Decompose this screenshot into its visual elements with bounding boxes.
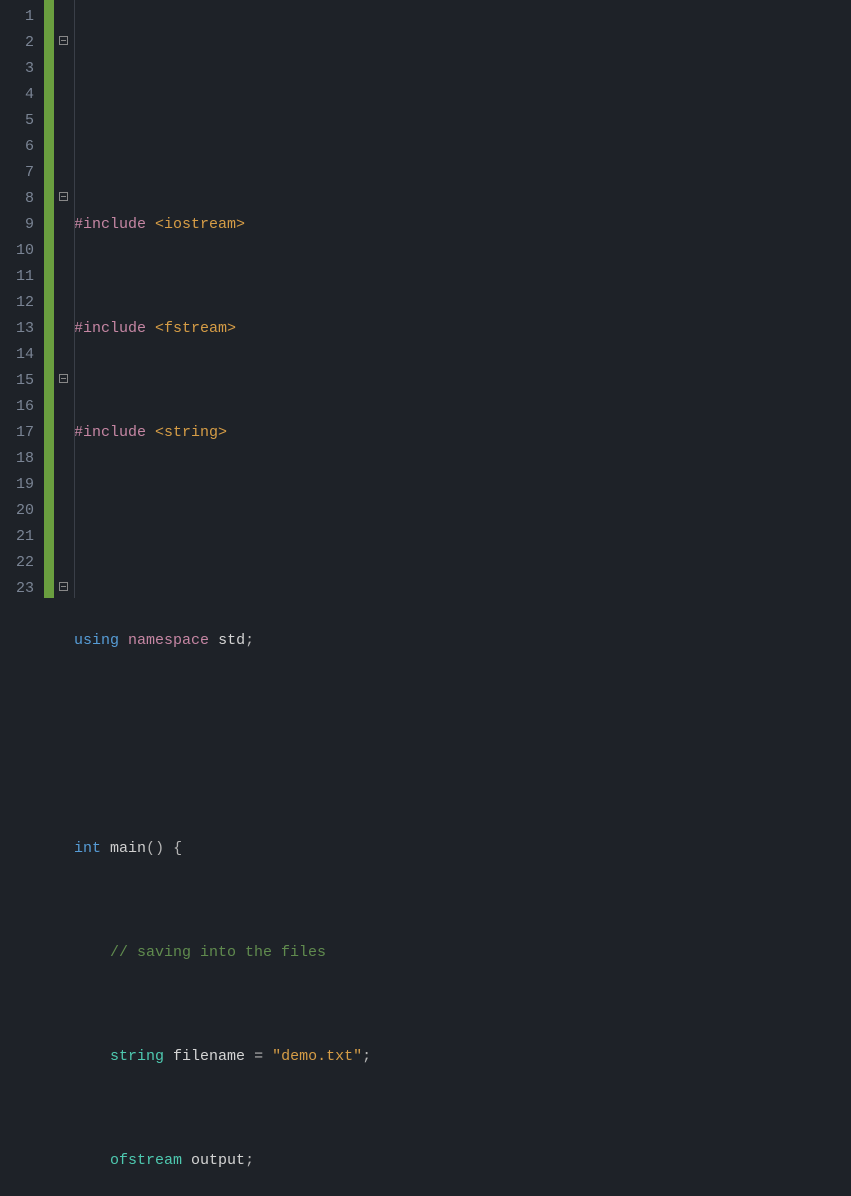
string-token: "demo.txt": [272, 1048, 362, 1065]
line-number: 11: [0, 264, 34, 290]
line-number: 15: [0, 368, 34, 394]
identifier-token: filename: [173, 1048, 245, 1065]
keyword-token: int: [74, 840, 101, 857]
punct-token: (: [146, 840, 155, 857]
punct-token: {: [173, 840, 182, 857]
header-token: <fstream>: [155, 320, 236, 337]
fold-toggle-icon[interactable]: [59, 582, 68, 591]
fold-gutter: [54, 0, 72, 598]
code-line[interactable]: [74, 524, 851, 550]
keyword-token: namespace: [128, 632, 209, 649]
punct-token: ;: [245, 1152, 254, 1169]
header-token: <iostream>: [155, 216, 245, 233]
line-number: 14: [0, 342, 34, 368]
line-number: 5: [0, 108, 34, 134]
code-line[interactable]: // saving into the files: [74, 940, 851, 966]
fold-toggle-icon[interactable]: [59, 192, 68, 201]
directive-token: #include: [74, 424, 146, 441]
directive-token: #include: [74, 216, 146, 233]
keyword-token: using: [74, 632, 119, 649]
code-line[interactable]: #include <iostream>: [74, 212, 851, 238]
directive-token: #include: [74, 320, 146, 337]
line-number: 19: [0, 472, 34, 498]
indent-guide: [74, 0, 75, 598]
line-number: 1: [0, 4, 34, 30]
type-token: string: [110, 1048, 164, 1065]
line-number: 20: [0, 498, 34, 524]
line-number: 12: [0, 290, 34, 316]
line-number: 6: [0, 134, 34, 160]
line-number: 23: [0, 576, 34, 602]
code-line[interactable]: [74, 108, 851, 134]
fold-toggle-icon[interactable]: [59, 36, 68, 45]
line-number: 16: [0, 394, 34, 420]
line-number: 7: [0, 160, 34, 186]
line-number: 10: [0, 238, 34, 264]
code-line[interactable]: #include <string>: [74, 420, 851, 446]
code-line[interactable]: string filename = "demo.txt";: [74, 1044, 851, 1070]
line-number: 13: [0, 316, 34, 342]
punct-token: ;: [362, 1048, 371, 1065]
change-marker-strip: [44, 0, 54, 598]
code-area[interactable]: #include <iostream> #include <fstream> #…: [72, 0, 851, 598]
line-number: 2: [0, 30, 34, 56]
line-number: 3: [0, 56, 34, 82]
code-line[interactable]: ofstream output;: [74, 1148, 851, 1174]
identifier-token: std: [218, 632, 245, 649]
line-number: 22: [0, 550, 34, 576]
type-token: ofstream: [110, 1152, 182, 1169]
line-number: 4: [0, 82, 34, 108]
code-editor[interactable]: 1 2 3 4 5 6 7 8 9 10 11 12 13 14 15 16 1…: [0, 0, 851, 598]
line-number: 21: [0, 524, 34, 550]
comment-token: // saving into the files: [110, 944, 326, 961]
code-line[interactable]: #include <fstream>: [74, 316, 851, 342]
line-number: 8: [0, 186, 34, 212]
line-number: 9: [0, 212, 34, 238]
operator-token: =: [254, 1048, 263, 1065]
code-line[interactable]: [74, 732, 851, 758]
punct-token: ;: [245, 632, 254, 649]
identifier-token: output: [191, 1152, 245, 1169]
line-number: 18: [0, 446, 34, 472]
punct-token: ): [155, 840, 164, 857]
fold-toggle-icon[interactable]: [59, 374, 68, 383]
code-line[interactable]: using namespace std;: [74, 628, 851, 654]
header-token: <string>: [155, 424, 227, 441]
code-line[interactable]: int main() {: [74, 836, 851, 862]
line-number: 17: [0, 420, 34, 446]
line-number-gutter: 1 2 3 4 5 6 7 8 9 10 11 12 13 14 15 16 1…: [0, 0, 44, 598]
function-token: main: [110, 840, 146, 857]
